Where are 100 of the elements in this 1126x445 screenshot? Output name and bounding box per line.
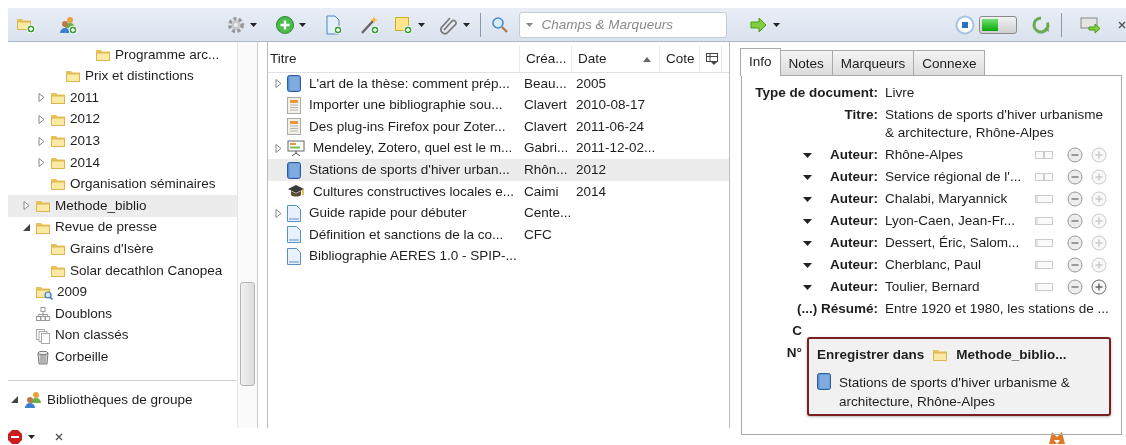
column-header[interactable]: Créa... xyxy=(520,46,572,72)
field-value[interactable]: Stations de sports d'hiver urbanisme & architecture, Rhône-Alpes xyxy=(885,106,1111,142)
expand-toggle[interactable] xyxy=(274,208,283,218)
field-value[interactable]: Livre xyxy=(885,84,1111,102)
magic-wand-icon[interactable] xyxy=(360,14,380,35)
field-label: Auteur: xyxy=(830,168,878,186)
column-header[interactable]: Cote xyxy=(660,46,700,72)
single-field-toggle-icon[interactable] xyxy=(1035,261,1053,269)
item-title[interactable]: Importer une bibliographie sou... xyxy=(309,95,503,116)
plus-circle-icon[interactable] xyxy=(1091,257,1107,273)
expand-toggle[interactable] xyxy=(274,79,283,89)
collection-item[interactable]: Programme arc... xyxy=(8,44,237,66)
single-field-toggle-icon[interactable] xyxy=(1035,217,1053,225)
stop-button-icon[interactable] xyxy=(954,14,975,35)
single-field-toggle-icon[interactable] xyxy=(1035,239,1053,247)
expand-toggle[interactable] xyxy=(10,395,19,405)
plus-circle-icon[interactable] xyxy=(1091,191,1107,207)
dropdown-caret-icon[interactable] xyxy=(803,218,812,224)
new-note-icon[interactable] xyxy=(394,14,414,35)
item-title[interactable]: L'art de la thèse: comment prép... xyxy=(309,73,510,94)
collection-item[interactable]: 2009 xyxy=(8,281,237,304)
minus-circle-icon[interactable] xyxy=(1067,213,1083,229)
group-libraries-item[interactable]: Bibliothèques de groupe xyxy=(8,388,237,411)
collection-item[interactable]: Doublons xyxy=(8,303,237,325)
item-date: 2012 xyxy=(575,161,608,180)
expand-toggle[interactable] xyxy=(274,144,283,154)
item-title[interactable]: Cultures constructives locales e... xyxy=(313,181,515,202)
dropdown-caret-icon[interactable] xyxy=(803,262,812,268)
item-creator: Gabri... xyxy=(523,139,570,158)
sync-icon[interactable] xyxy=(1031,14,1052,35)
single-field-toggle-icon[interactable] xyxy=(1035,283,1053,291)
minus-circle-icon[interactable] xyxy=(1067,147,1083,163)
two-field-toggle-icon[interactable] xyxy=(1035,151,1053,159)
search-icon[interactable] xyxy=(490,15,509,34)
item-title[interactable]: Mendeley, Zotero, quel est le m... xyxy=(313,138,513,159)
plus-circle-icon[interactable] xyxy=(1091,235,1107,251)
dropdown-caret-icon[interactable] xyxy=(803,174,812,180)
tab[interactable]: Notes xyxy=(779,50,833,75)
collection-item[interactable]: Non classés xyxy=(8,324,237,347)
plus-circle-icon[interactable] xyxy=(1091,147,1107,163)
collection-item[interactable]: Revue de presse xyxy=(8,216,237,239)
dropdown-caret-icon[interactable] xyxy=(803,284,812,290)
collection-item[interactable]: Organisation séminaires xyxy=(8,173,237,196)
creator-name[interactable]: Lyon-Caen, Jean-Fr... xyxy=(885,212,1035,230)
window-arrow-icon[interactable] xyxy=(1080,14,1102,35)
gear-icon[interactable] xyxy=(226,14,246,35)
expand-toggle[interactable] xyxy=(37,158,46,168)
creator-name[interactable]: Chalabi, Maryannick xyxy=(885,190,1035,208)
expand-toggle[interactable] xyxy=(37,136,46,146)
expand-toggle[interactable] xyxy=(37,93,46,103)
scrollbar[interactable] xyxy=(237,42,257,428)
close-icon[interactable] xyxy=(1118,20,1126,29)
expand-toggle[interactable] xyxy=(22,223,31,233)
collection-item[interactable]: Grains d'Isère xyxy=(8,238,237,260)
column-picker-icon[interactable] xyxy=(706,53,718,65)
column-header[interactable]: Titre xyxy=(268,46,520,72)
tab[interactable]: Marqueurs xyxy=(831,50,915,75)
minus-circle-icon[interactable] xyxy=(1067,235,1083,251)
users-add-icon[interactable] xyxy=(58,14,78,35)
creator-name[interactable]: Cherblanc, Paul xyxy=(885,256,1035,274)
collection-item[interactable]: 2014 xyxy=(8,151,237,174)
collection-item[interactable]: Corbeille xyxy=(8,346,237,368)
new-document-icon[interactable] xyxy=(324,14,344,35)
collection-item[interactable]: 2013 xyxy=(8,130,237,152)
item-title[interactable]: Définition et sanctions de la co... xyxy=(309,224,504,246)
minus-circle-icon[interactable] xyxy=(1067,169,1083,185)
item-title[interactable]: Bibliographie AERES 1.0 - SPIP-... xyxy=(309,246,517,267)
creator-name[interactable]: Toulier, Bernard xyxy=(885,278,1035,296)
dropdown-caret-icon[interactable] xyxy=(803,240,812,246)
item-title[interactable]: Des plug-ins Firefox pour Zoter... xyxy=(309,116,506,138)
creator-name[interactable]: Service régional de l'... xyxy=(885,168,1035,186)
expand-toggle[interactable] xyxy=(22,201,31,211)
collection-item[interactable]: Methode_biblio xyxy=(8,195,237,217)
collection-item[interactable]: 2011 xyxy=(8,87,237,109)
collection-item[interactable]: Prix et distinctions xyxy=(8,65,237,88)
tab[interactable]: Info xyxy=(740,48,781,76)
field-value[interactable]: Entre 1920 et 1980, les stations de ... xyxy=(885,300,1111,318)
minus-circle-icon[interactable] xyxy=(1067,279,1083,295)
add-circle-icon[interactable] xyxy=(275,14,295,35)
collection-item[interactable]: 2012 xyxy=(8,108,237,131)
plus-circle-icon[interactable] xyxy=(1091,279,1107,295)
stop-sign-icon[interactable] xyxy=(8,429,22,444)
plus-circle-icon[interactable] xyxy=(1091,213,1107,229)
dropdown-caret-icon[interactable] xyxy=(803,152,812,158)
two-field-toggle-icon[interactable] xyxy=(1035,173,1053,181)
single-field-toggle-icon[interactable] xyxy=(1035,195,1053,203)
creator-name[interactable]: Rhône-Alpes xyxy=(885,146,1035,164)
column-header[interactable]: Date xyxy=(572,46,660,72)
collection-item[interactable]: Solar decathlon Canopea xyxy=(8,259,237,282)
item-title[interactable]: Guide rapide pour débuter xyxy=(309,203,467,224)
tab[interactable]: Connexe xyxy=(913,50,986,75)
expand-toggle[interactable] xyxy=(37,115,46,125)
dropdown-caret-icon[interactable] xyxy=(803,196,812,202)
minus-circle-icon[interactable] xyxy=(1067,257,1083,273)
plus-circle-icon[interactable] xyxy=(1091,169,1107,185)
close-icon[interactable] xyxy=(55,432,63,441)
creator-name[interactable]: Dessert, Éric, Salom... xyxy=(885,234,1035,252)
search-field[interactable]: Champs & Marqueurs xyxy=(518,11,727,38)
minus-circle-icon[interactable] xyxy=(1067,191,1083,207)
item-title[interactable]: Stations de sports d'hiver urban... xyxy=(309,160,510,181)
